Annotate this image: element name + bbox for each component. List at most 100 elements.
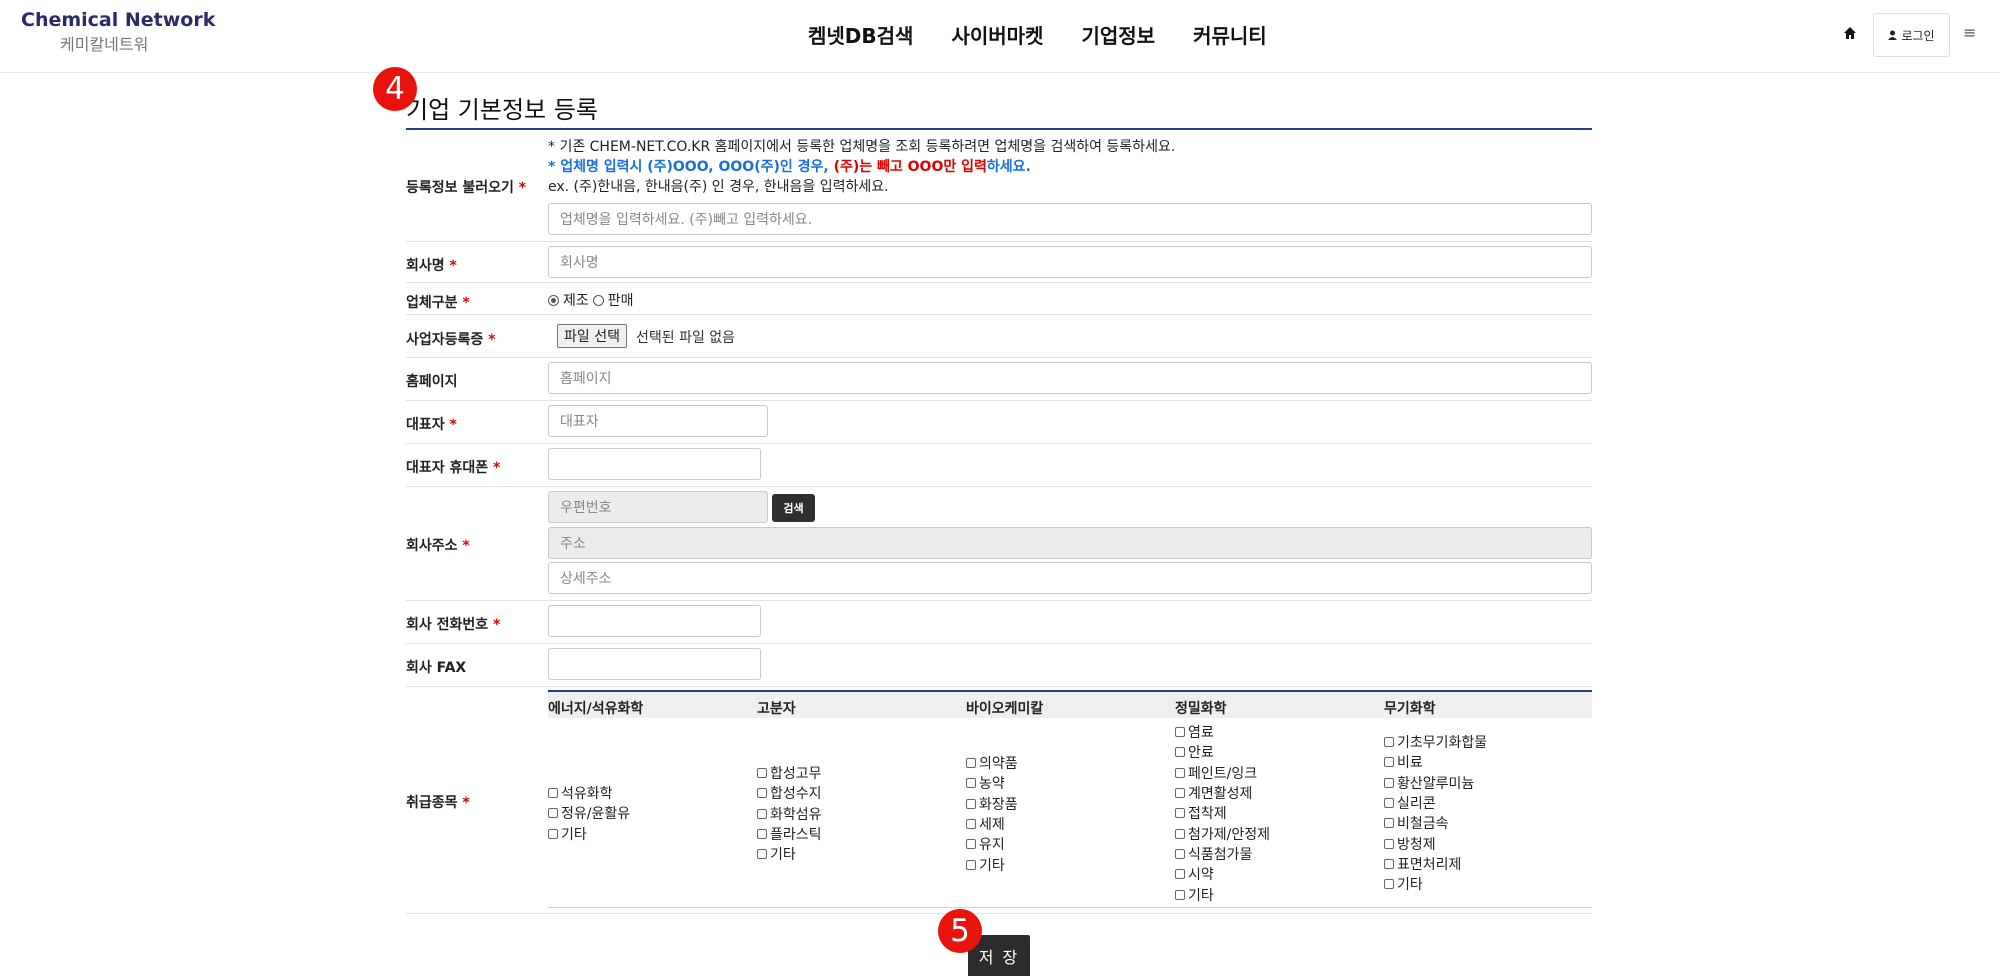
category-checkbox-item[interactable]: 표면처리제	[1384, 855, 1487, 873]
category-checkbox-item[interactable]: 플라스틱	[757, 825, 822, 843]
zip-code-input[interactable]: 우편번호	[548, 491, 768, 523]
checkbox[interactable]	[966, 819, 976, 830]
checkbox[interactable]	[1175, 808, 1185, 819]
radio-sales[interactable]	[592, 294, 604, 306]
ceo-input[interactable]: 대표자	[548, 405, 768, 437]
category-checkbox-item[interactable]: 기타	[1175, 885, 1270, 904]
address-input[interactable]: 주소	[548, 527, 1592, 559]
checkbox[interactable]	[1384, 737, 1394, 748]
company-search-input[interactable]: 업체명을 입력하세요. (주)빼고 입력하세요.	[548, 203, 1592, 235]
category-checkbox-item[interactable]: 의약품	[966, 754, 1018, 772]
company-name-input[interactable]: 회사명	[548, 246, 1592, 278]
category-checkbox-item[interactable]: 비료	[1384, 753, 1487, 771]
category-checkbox-item[interactable]: 실리콘	[1384, 794, 1487, 812]
category-checkbox-item[interactable]: 유지	[966, 835, 1018, 853]
checkbox[interactable]	[1175, 869, 1185, 880]
checkbox[interactable]	[1175, 727, 1185, 738]
category-checkbox-item[interactable]: 석유화학	[548, 784, 630, 802]
nav-cyber-market[interactable]: 사이버마켓	[951, 20, 1043, 49]
checkbox[interactable]	[966, 839, 976, 850]
category-checkbox-item[interactable]: 방청제	[1384, 834, 1487, 853]
category-checkbox-item[interactable]: 화장품	[966, 795, 1018, 813]
category-checkbox-item[interactable]: 시약	[1175, 865, 1270, 883]
checkbox[interactable]	[757, 768, 767, 779]
home-icon[interactable]	[1843, 26, 1857, 40]
checkbox[interactable]	[966, 798, 976, 809]
checkbox[interactable]	[1384, 838, 1394, 849]
category-checkbox-item[interactable]: 화학섬유	[757, 805, 822, 823]
checkbox[interactable]	[966, 758, 976, 769]
logo-korean[interactable]: 케미칼네트워	[60, 31, 148, 55]
category-checkbox-item[interactable]: 계면활성제	[1175, 784, 1270, 802]
nav-company-info[interactable]: 기업정보	[1081, 20, 1155, 49]
radio-manufacture[interactable]	[548, 294, 559, 306]
checkbox[interactable]	[548, 828, 558, 839]
checkbox[interactable]	[1384, 858, 1394, 869]
ceo-phone-input[interactable]	[548, 448, 761, 480]
categories-label: 취급종목 *	[406, 795, 470, 811]
address-search-button[interactable]: 검색	[772, 494, 815, 522]
category-checkbox-item[interactable]: 정유/윤활유	[548, 804, 630, 822]
ceo-phone-label: 대표자 휴대폰 *	[406, 460, 501, 476]
company-fax-input[interactable]	[548, 648, 761, 680]
category-checkbox-item[interactable]: 세제	[966, 815, 1018, 833]
checkbox[interactable]	[966, 778, 976, 789]
checkbox[interactable]	[1175, 848, 1185, 859]
nav-community[interactable]: 커뮤니티	[1193, 20, 1267, 49]
category-checkbox-item[interactable]: 농약	[966, 774, 1018, 792]
checkbox[interactable]	[1384, 777, 1394, 788]
category-checkbox-item[interactable]: 기초무기화합물	[1384, 733, 1487, 751]
category-checkbox-item[interactable]: 기타	[966, 855, 1018, 874]
category-checkbox-item[interactable]: 합성수지	[757, 784, 822, 802]
checkbox[interactable]	[757, 808, 767, 819]
checkbox[interactable]	[1384, 818, 1394, 829]
category-checkbox-item[interactable]: 안료	[1175, 743, 1270, 761]
load-info-label: 등록정보 불러오기 *	[406, 180, 527, 196]
category-checkbox-item[interactable]: 페인트/잉크	[1175, 764, 1270, 782]
company-type-radios: 제조 판매	[548, 290, 634, 310]
category-checkbox-item[interactable]: 기타	[548, 825, 630, 843]
checkbox[interactable]	[1384, 879, 1394, 890]
category-checkbox-item[interactable]: 기타	[1384, 875, 1487, 893]
checkbox[interactable]	[1384, 757, 1394, 768]
row-divider	[406, 486, 1592, 487]
biz-reg-label: 사업자등록증 *	[406, 332, 496, 348]
checkbox[interactable]	[1175, 747, 1185, 758]
company-phone-input[interactable]	[548, 605, 761, 637]
checkbox[interactable]	[548, 788, 558, 799]
checkbox[interactable]	[548, 808, 558, 819]
load-notice-1: * 기존 CHEM-NET.CO.KR 홈페이지에서 등록한 업체명을 조회 등…	[548, 139, 1176, 155]
category-checkbox-item[interactable]: 염료	[1175, 723, 1270, 741]
address-label: 회사주소 *	[406, 538, 470, 554]
checkbox[interactable]	[966, 859, 976, 870]
address-detail-input[interactable]: 상세주소	[548, 562, 1592, 594]
checkbox[interactable]	[757, 788, 767, 799]
hamburger-menu-icon[interactable]: ≡	[1963, 23, 1976, 42]
category-checkbox-item[interactable]: 황산알루미늄	[1384, 774, 1487, 792]
file-select-button[interactable]: 파일 선택	[557, 324, 627, 348]
checkbox-label: 페인트/잉크	[1188, 765, 1258, 782]
category-checkbox-item[interactable]: 합성고무	[757, 764, 822, 782]
checkbox[interactable]	[757, 829, 767, 840]
nav-chemnet-db-search[interactable]: 켐넷DB검색	[808, 20, 913, 49]
checkbox-label: 정유/윤활유	[561, 806, 631, 823]
checkbox[interactable]	[757, 849, 767, 860]
login-button[interactable]: 로그인	[1873, 13, 1950, 57]
checkbox[interactable]	[1384, 798, 1394, 809]
logo-english[interactable]: Chemical Network	[21, 9, 215, 31]
checkbox[interactable]	[1175, 828, 1185, 839]
category-checkbox-item[interactable]: 식품첨가물	[1175, 845, 1270, 863]
radio-sales-label: 판매	[607, 293, 634, 309]
checkbox[interactable]	[1175, 889, 1185, 900]
row-divider	[406, 282, 1592, 283]
checkbox[interactable]	[1175, 788, 1185, 799]
categories-bottom-rule	[548, 907, 1592, 908]
homepage-input[interactable]: 홈페이지	[548, 362, 1592, 394]
category-list-polymer: 합성고무합성수지화학섬유플라스틱기타	[757, 764, 822, 863]
checkbox[interactable]	[1175, 767, 1185, 778]
checkbox-label: 시약	[1188, 867, 1214, 884]
category-checkbox-item[interactable]: 비철금속	[1384, 814, 1487, 832]
category-checkbox-item[interactable]: 접착제	[1175, 804, 1270, 822]
category-checkbox-item[interactable]: 첨가제/안정제	[1175, 824, 1270, 843]
category-checkbox-item[interactable]: 기타	[757, 845, 822, 863]
